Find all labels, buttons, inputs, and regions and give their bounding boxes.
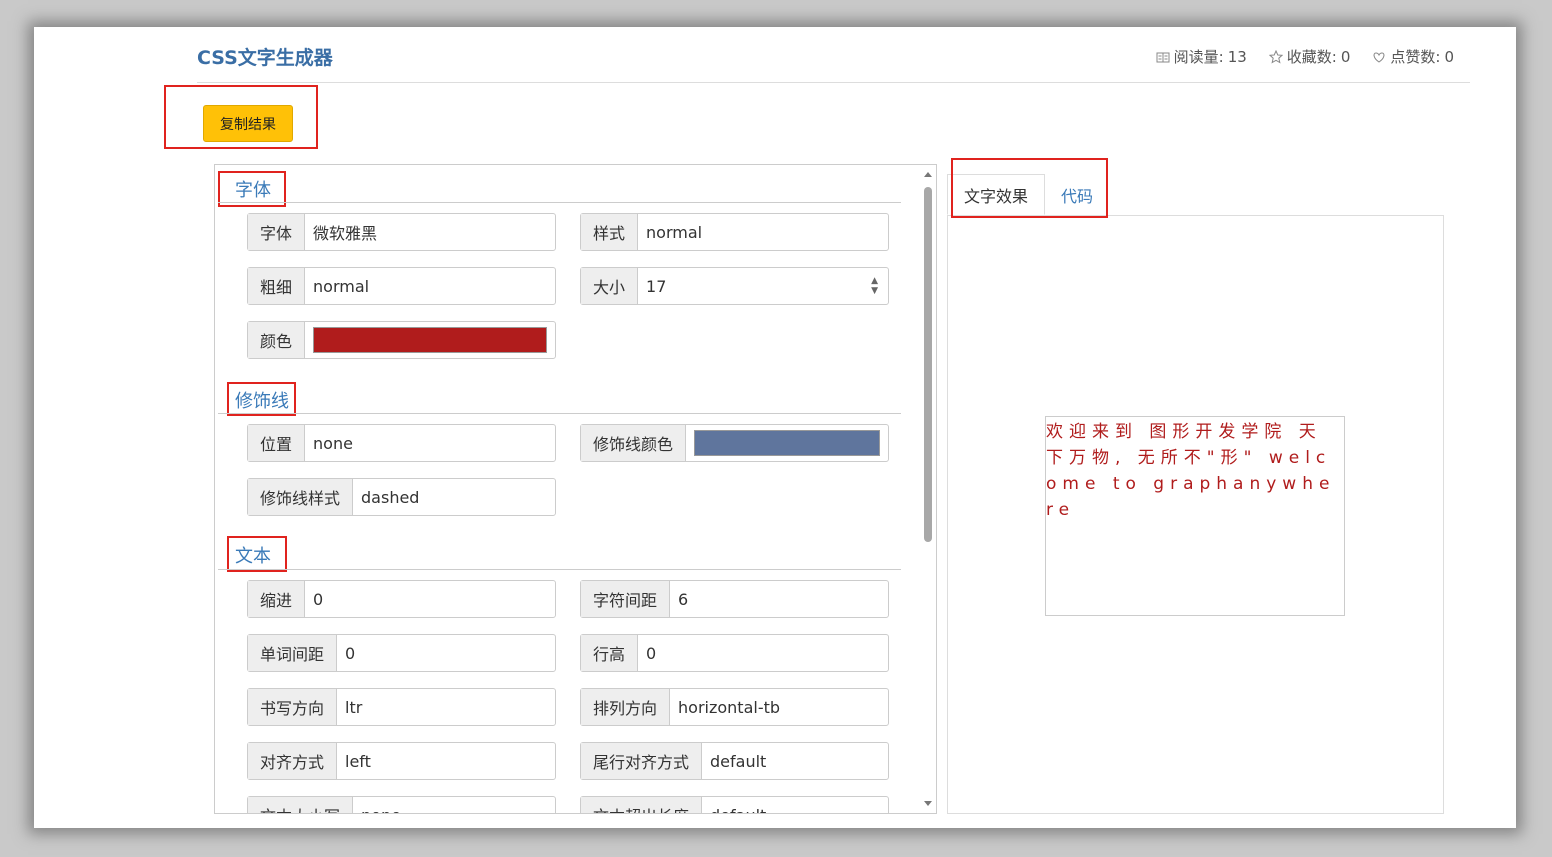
letter-spacing-input[interactable]: 6 [670,581,888,617]
text-align-last-field[interactable]: 尾行对齐方式 default [580,742,889,780]
page: CSS文字生成器 阅读量: 13 收藏数: 0 点赞数: 0 复制结果 字体 字… [34,27,1516,828]
word-spacing-field[interactable]: 单词间距 0 [247,634,556,672]
read-label: 阅读量: [1173,48,1224,66]
font-family-field[interactable]: 字体 微软雅黑 [247,213,556,251]
preview-panel: 欢迎来到 图形开发学院 天下万物, 无所不"形" welcome to grap… [947,215,1444,814]
direction-field[interactable]: 书写方向 ltr [247,688,556,726]
text-indent-field[interactable]: 缩进 0 [247,580,556,618]
scroll-down-icon[interactable] [924,801,932,806]
section-title-decoration: 修饰线 [235,391,289,412]
text-align-field[interactable]: 对齐方式 left [247,742,556,780]
font-size-value: 17 [646,276,667,296]
field-label: 字体 [248,214,306,250]
favorites-label: 收藏数: [1286,48,1337,66]
field-label: 文本超出长度 [581,797,703,813]
decoration-position-field[interactable]: 位置 none [247,424,556,462]
text-align-select[interactable]: left [337,743,555,779]
read-value: 13 [1227,47,1247,66]
line-height-field[interactable]: 行高 0 [580,634,889,672]
text-transform-field[interactable]: 文本大小写 none [247,796,556,814]
font-color-field[interactable]: 颜色 [247,321,556,359]
writing-mode-field[interactable]: 排列方向 horizontal-tb [580,688,889,726]
word-spacing-input[interactable]: 0 [337,635,555,671]
text-overflow-select[interactable]: default [702,797,888,814]
font-family-input[interactable]: 微软雅黑 [305,214,555,250]
font-size-field[interactable]: 大小 17 ▲ ▼ [580,267,889,305]
field-label: 修饰线颜色 [581,425,687,461]
settings-panel[interactable]: 字体 字体 微软雅黑 样式 normal 粗细 normal 大小 17 ▲ ▼ … [214,164,937,814]
color-swatch[interactable] [313,327,547,353]
font-style-select[interactable]: normal [638,214,888,250]
field-label: 排列方向 [581,689,671,725]
section-title-font: 字体 [235,180,271,201]
font-weight-field[interactable]: 粗细 normal [247,267,556,305]
scrollbar-thumb[interactable] [924,187,932,542]
decoration-color-field[interactable]: 修饰线颜色 [580,424,889,462]
read-count: 阅读量: 13 [1156,46,1247,67]
star-icon [1268,49,1283,64]
text-transform-select[interactable]: none [353,797,555,814]
field-label: 书写方向 [248,689,338,725]
favorites-value: 0 [1340,47,1351,66]
font-size-stepper[interactable]: 17 ▲ ▼ [638,268,888,304]
text-indent-input[interactable]: 0 [305,581,555,617]
text-preview: 欢迎来到 图形开发学院 天下万物, 无所不"形" welcome to grap… [1045,416,1345,616]
section-divider [218,202,901,203]
field-label: 文本大小写 [248,797,354,813]
field-label: 行高 [581,635,639,671]
field-label: 修饰线样式 [248,479,354,515]
field-label: 颜色 [248,322,306,358]
copy-result-button[interactable]: 复制结果 [203,105,293,142]
line-height-input[interactable]: 0 [638,635,888,671]
settings-scrollbar[interactable] [921,165,935,813]
font-style-field[interactable]: 样式 normal [580,213,889,251]
font-color-picker[interactable] [305,322,555,358]
field-label: 粗细 [248,268,306,304]
field-label: 单词间距 [248,635,338,671]
text-overflow-field[interactable]: 文本超出长度 default [580,796,889,814]
font-weight-select[interactable]: normal [305,268,555,304]
likes-count[interactable]: 点赞数: 0 [1372,46,1454,67]
highlight-box-tabs [951,158,1108,218]
field-label: 样式 [581,214,639,250]
header-divider [197,82,1470,83]
decoration-style-field[interactable]: 修饰线样式 dashed [247,478,556,516]
decoration-style-select[interactable]: dashed [353,479,555,515]
scroll-up-icon[interactable] [924,172,932,177]
text-align-last-select[interactable]: default [702,743,888,779]
field-label: 字符间距 [581,581,671,617]
direction-select[interactable]: ltr [337,689,555,725]
field-label: 缩进 [248,581,306,617]
field-label: 位置 [248,425,306,461]
writing-mode-select[interactable]: horizontal-tb [670,689,888,725]
field-label: 大小 [581,268,639,304]
book-icon [1156,52,1170,62]
field-label: 对齐方式 [248,743,338,779]
likes-value: 0 [1444,47,1454,66]
favorites-count[interactable]: 收藏数: 0 [1268,46,1351,67]
letter-spacing-field[interactable]: 字符间距 6 [580,580,889,618]
section-title-text: 文本 [235,546,271,567]
section-divider [218,413,901,414]
color-swatch[interactable] [694,430,880,456]
likes-label: 点赞数: [1390,48,1441,66]
section-divider [218,569,901,570]
field-label: 尾行对齐方式 [581,743,703,779]
stats-bar: 阅读量: 13 收藏数: 0 点赞数: 0 [1156,46,1454,67]
stepper-arrows-icon[interactable]: ▲ ▼ [871,276,878,296]
page-title: CSS文字生成器 [197,47,333,69]
decoration-position-select[interactable]: none [305,425,555,461]
heart-icon [1373,51,1385,63]
decoration-color-picker[interactable] [686,425,888,461]
